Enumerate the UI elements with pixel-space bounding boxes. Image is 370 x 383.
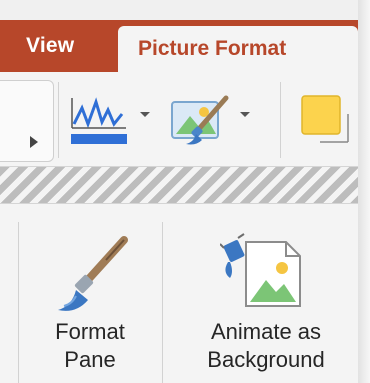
- yellow-shape-icon[interactable]: [300, 94, 358, 151]
- collapsed-group[interactable]: [0, 80, 54, 162]
- window-edge-shadow: [358, 0, 370, 383]
- group-divider: [18, 222, 19, 383]
- format-pane-button[interactable]: Format Pane: [26, 226, 154, 383]
- picture-brush-icon[interactable]: [168, 92, 230, 153]
- tab-view[interactable]: View: [26, 34, 74, 58]
- ribbon-resize-divider: [0, 166, 358, 204]
- group-divider: [280, 82, 281, 158]
- paintbrush-icon: [50, 234, 130, 319]
- chart-waveform-icon[interactable]: [70, 94, 130, 151]
- ribbon-frame: View Picture Format Format Pane Animate …: [0, 0, 358, 383]
- format-pane-label-line1: Format: [55, 319, 125, 344]
- tab-picture-format[interactable]: Picture Format: [118, 26, 358, 76]
- tab-picture-format-label: Picture Format: [138, 37, 287, 60]
- chevron-down-icon[interactable]: [140, 112, 150, 117]
- play-arrow-icon[interactable]: [30, 136, 38, 148]
- animate-label-line1: Animate as: [210, 319, 322, 344]
- group-divider: [162, 222, 163, 383]
- animate-background-icon: [219, 232, 312, 317]
- window-top-strip: [0, 0, 358, 20]
- group-divider: [58, 82, 59, 158]
- animate-as-background-button[interactable]: Animate as Background: [174, 226, 358, 383]
- format-pane-label-line2: Pane: [64, 347, 116, 372]
- chevron-down-icon[interactable]: [240, 112, 250, 117]
- animate-label-line2: Background: [207, 347, 325, 372]
